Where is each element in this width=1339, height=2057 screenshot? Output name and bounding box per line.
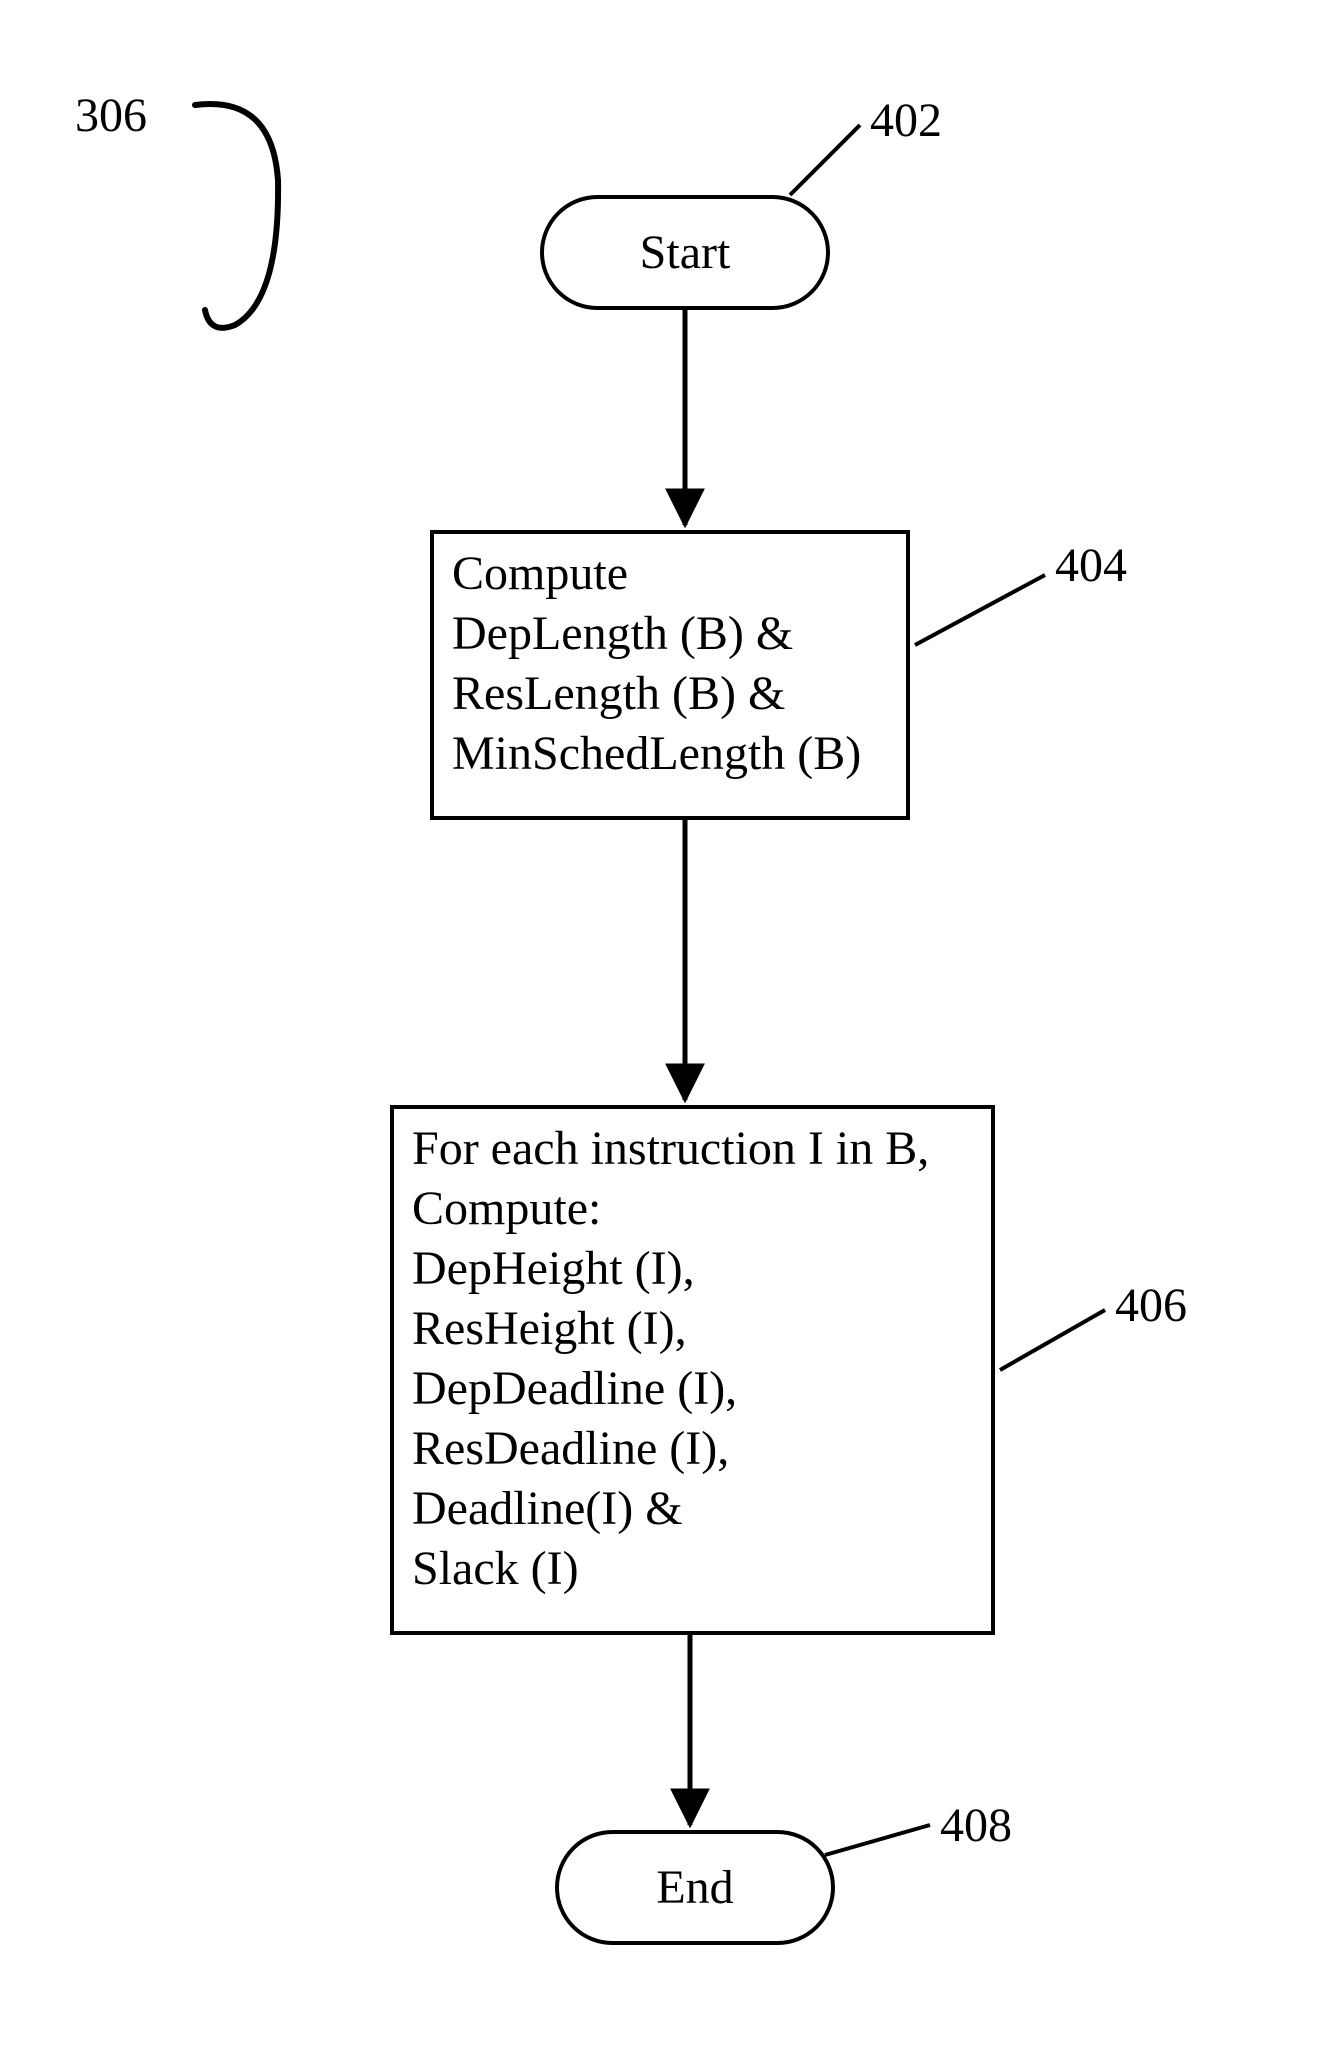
process-line: DepDeadline (I), — [412, 1359, 975, 1419]
flowchart-canvas: 306 402 Start Compute DepLength (B) & Re… — [0, 0, 1339, 2057]
terminator-start-text: Start — [640, 225, 731, 280]
process-compute-instr: For each instruction I in B, Compute: De… — [390, 1105, 995, 1635]
ref-label-406: 406 — [1115, 1280, 1187, 1333]
terminator-end: End — [555, 1830, 835, 1945]
process-line: For each instruction I in B, — [412, 1119, 975, 1179]
ref-label-402: 402 — [870, 95, 942, 148]
process-line: Deadline(I) & — [412, 1479, 975, 1539]
process-line: ResHeight (I), — [412, 1299, 975, 1359]
process-line: Compute — [452, 544, 890, 604]
process-compute-block: Compute DepLength (B) & ResLength (B) & … — [430, 530, 910, 820]
process-line: ResLength (B) & — [452, 664, 890, 724]
process-line: DepHeight (I), — [412, 1239, 975, 1299]
terminator-start: Start — [540, 195, 830, 310]
process-line: Compute: — [412, 1179, 975, 1239]
ref-label-306: 306 — [75, 90, 147, 143]
ref-label-404: 404 — [1055, 540, 1127, 593]
process-line: MinSchedLength (B) — [452, 724, 890, 784]
ref-label-408: 408 — [940, 1800, 1012, 1853]
process-line: DepLength (B) & — [452, 604, 890, 664]
terminator-end-text: End — [656, 1860, 733, 1915]
process-line: ResDeadline (I), — [412, 1419, 975, 1479]
process-line: Slack (I) — [412, 1539, 975, 1599]
